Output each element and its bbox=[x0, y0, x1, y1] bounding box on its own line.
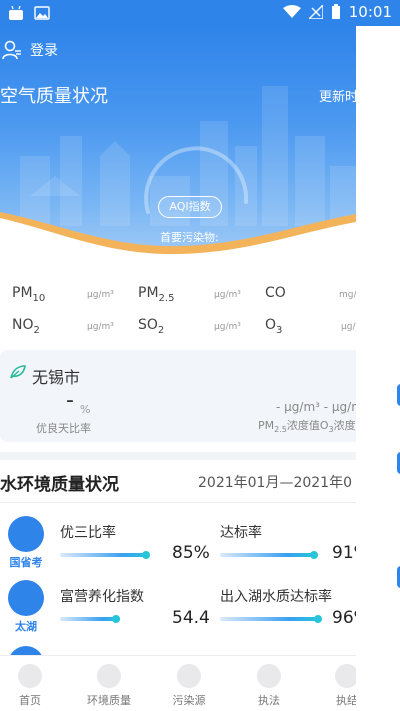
good-days-value: - bbox=[66, 388, 74, 413]
clock: 10:01 bbox=[348, 3, 392, 21]
metric-eutrophication-index[interactable]: 富营养化指数 bbox=[60, 586, 144, 606]
concentration-values: - μg/m³ - μg/r bbox=[276, 400, 356, 414]
pollutant-co[interactable]: CO mg/ bbox=[265, 285, 356, 309]
pollutant-no2[interactable]: NO2 μg/m³ bbox=[12, 317, 122, 341]
city-air-card[interactable]: 无锡市 - % 优良天比率 - μg/m³ - μg/r PM2.5浓度值O3浓… bbox=[0, 350, 356, 442]
air-quality-header: 登录 空气质量状况 更新时 AQI指数 首要污染物: bbox=[0, 26, 356, 266]
login-button[interactable]: 登录 bbox=[2, 40, 58, 60]
badge-national-provincial[interactable]: 国省考 bbox=[4, 516, 48, 570]
metric-value: 91% bbox=[332, 543, 356, 563]
nav-environment-quality[interactable]: 环境质量 bbox=[74, 664, 144, 708]
page-title: 空气质量状况 bbox=[0, 86, 108, 107]
leaf-icon bbox=[10, 365, 26, 379]
metric-value: 85% bbox=[172, 543, 210, 563]
progress-dot bbox=[310, 551, 318, 559]
progress-bar bbox=[220, 553, 315, 557]
app-screen: 登录 空气质量状况 更新时 AQI指数 首要污染物: PM10 μg/m³ PM… bbox=[0, 0, 356, 711]
aqi-index-button[interactable]: AQI指数 bbox=[158, 196, 222, 218]
unit-label: μg/m³ bbox=[214, 290, 241, 300]
progress-bar bbox=[60, 617, 120, 621]
image-icon bbox=[34, 6, 50, 20]
section-divider bbox=[0, 452, 356, 460]
badge-label: 太湖 bbox=[15, 620, 37, 633]
unit-label: μg/m³ bbox=[214, 322, 241, 332]
divider-line bbox=[0, 502, 356, 503]
metric-value: 54.4 bbox=[172, 608, 210, 628]
unit-label: μg/m³ bbox=[87, 322, 114, 332]
closure-icon bbox=[335, 664, 356, 688]
progress-bar bbox=[220, 617, 320, 621]
wifi-icon bbox=[282, 5, 301, 18]
android-icon bbox=[9, 5, 23, 20]
good-days-label: 优良天比率 bbox=[36, 422, 91, 435]
lake-icon bbox=[8, 580, 44, 616]
metric-value: 96% bbox=[332, 608, 356, 628]
primary-pollutant-label: 首要污染物: bbox=[160, 231, 219, 244]
progress-bar bbox=[60, 553, 150, 557]
nav-pollution-source[interactable]: 污染源 bbox=[154, 664, 224, 708]
water-badge-icon bbox=[8, 516, 44, 552]
nav-home[interactable]: 首页 bbox=[0, 664, 65, 708]
nav-enforcement[interactable]: 执法 bbox=[234, 664, 304, 708]
pollutant-pm25[interactable]: PM2.5 μg/m³ bbox=[138, 285, 248, 309]
bottom-nav: 首页 环境质量 污染源 执法 执结 bbox=[0, 655, 356, 711]
pollutant-pm10[interactable]: PM10 μg/m³ bbox=[12, 285, 122, 309]
quality-icon bbox=[97, 664, 121, 688]
login-label: 登录 bbox=[30, 43, 58, 59]
badge-label: 国省考 bbox=[9, 556, 43, 569]
metric-excellent-ratio[interactable]: 优三比率 bbox=[60, 522, 116, 542]
enforcement-icon bbox=[257, 664, 281, 688]
progress-dot bbox=[142, 551, 150, 559]
user-icon bbox=[2, 40, 21, 60]
status-bar: 10:01 bbox=[0, 0, 400, 26]
update-time-label: 更新时 bbox=[318, 90, 356, 105]
battery-icon bbox=[331, 4, 340, 19]
badge-taihu[interactable]: 太湖 bbox=[4, 580, 48, 634]
progress-dot bbox=[314, 615, 322, 623]
city-name: 无锡市 bbox=[32, 368, 81, 387]
progress-dot bbox=[112, 615, 120, 623]
metric-compliance-rate[interactable]: 达标率 bbox=[220, 522, 262, 542]
concentration-label: PM2.5浓度值O3浓度 bbox=[258, 419, 356, 435]
unit-label: μg/m³ bbox=[87, 290, 114, 300]
pollutant-o3[interactable]: O3 μg/m³ bbox=[265, 317, 356, 341]
pollutant-so2[interactable]: SO2 μg/m³ bbox=[138, 317, 248, 341]
signal-icon bbox=[308, 5, 323, 19]
unit-label: mg/ bbox=[339, 290, 356, 300]
good-days-unit: % bbox=[80, 403, 91, 416]
factory-icon bbox=[177, 664, 201, 688]
nav-closure[interactable]: 执结 bbox=[312, 664, 356, 708]
water-section-title: 水环境质量状况 bbox=[0, 475, 119, 495]
unit-label: μg/m³ bbox=[341, 322, 356, 332]
metric-lake-inflow-compliance[interactable]: 出入湖水质达标率 bbox=[220, 586, 332, 606]
water-date-range[interactable]: 2021年01月—2021年0 bbox=[198, 472, 352, 492]
home-icon bbox=[18, 664, 42, 688]
